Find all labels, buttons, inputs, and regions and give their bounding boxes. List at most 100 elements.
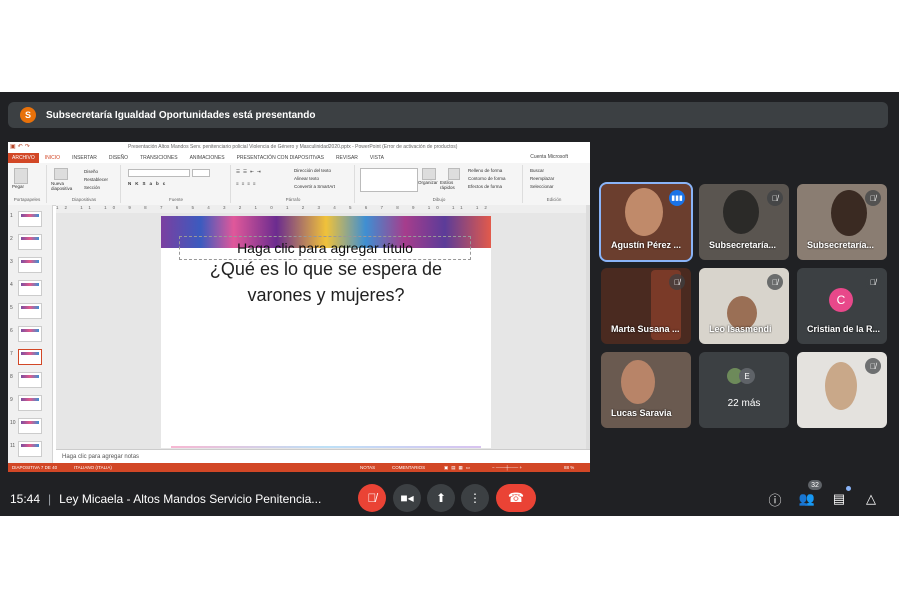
vertical-scrollbar[interactable] xyxy=(586,205,590,449)
reset-button[interactable]: Restablecer xyxy=(84,177,108,182)
participant-tile[interactable]: 🎙̸ Leo Isasmendi xyxy=(699,268,789,344)
paste-button[interactable]: Pegar xyxy=(12,184,24,189)
shape-effects-button[interactable]: Efectos de forma xyxy=(468,184,502,189)
replace-button[interactable]: Reemplazar xyxy=(530,176,554,181)
quick-styles-button[interactable]: Estilos rápidos xyxy=(440,180,462,190)
shapes-gallery[interactable] xyxy=(360,168,418,192)
mic-off-icon: 🎙̸ xyxy=(767,274,783,290)
tab-archivo[interactable]: ARCHIVO xyxy=(8,153,39,163)
tab-revisar[interactable]: REVISAR xyxy=(330,155,364,161)
tab-insertar[interactable]: INSERTAR xyxy=(66,155,103,161)
tab-transiciones[interactable]: TRANSICIONES xyxy=(134,155,184,161)
present-button[interactable]: ⬆ xyxy=(427,484,455,512)
status-comments[interactable]: COMENTARIOS xyxy=(392,465,425,470)
font-size-box[interactable] xyxy=(192,169,210,177)
find-button[interactable]: Buscar xyxy=(530,168,544,173)
mic-toggle-button[interactable]: 🎙̸ xyxy=(358,484,386,512)
present-screen-icon: ⬆ xyxy=(435,491,447,505)
meet-window: S Subsecretaría Igualdad Oportunidades e… xyxy=(0,92,899,516)
shape-fill-button[interactable]: Relleno de forma xyxy=(468,168,502,173)
list-icons[interactable]: ☰☰⇤⇥ xyxy=(236,169,264,175)
thumb-number: 3 xyxy=(10,259,13,265)
section-button[interactable]: Sección xyxy=(84,185,100,190)
participant-tile[interactable]: 🎙̸ xyxy=(797,352,887,428)
participant-tile[interactable]: ▮▮▮ Agustín Pérez ... xyxy=(599,182,693,262)
participant-tile[interactable]: 🎙̸ Marta Susana ... xyxy=(601,268,691,344)
thumb-number: 6 xyxy=(10,328,13,334)
participant-name: Agustín Pérez ... xyxy=(611,240,682,250)
font-name-box[interactable] xyxy=(128,169,190,177)
participant-tile[interactable]: Lucas Saravia xyxy=(601,352,691,428)
slide-thumbnail[interactable] xyxy=(18,280,42,296)
activities-button[interactable]: △ xyxy=(862,490,880,508)
people-icon: 👥 xyxy=(798,491,816,506)
meeting-details-button[interactable]: ⓘ xyxy=(766,490,784,508)
tab-inicio[interactable]: INICIO xyxy=(39,155,66,161)
slide-thumbnail[interactable] xyxy=(18,257,42,273)
hang-up-icon: ☎ xyxy=(507,490,525,505)
group-label: Párrafo xyxy=(285,197,301,202)
slide-thumbnails-pane[interactable]: 1 2 3 4 5 6 7 8 9 10 11 xyxy=(8,205,53,463)
slide-thumbnail[interactable] xyxy=(18,326,42,342)
paste-icon xyxy=(14,168,28,184)
slide-thumbnail[interactable] xyxy=(18,395,42,411)
more-participants-tile[interactable]: E 22 más xyxy=(699,352,789,428)
meeting-title[interactable]: Ley Micaela - Altos Mandos Servicio Peni… xyxy=(59,492,321,506)
slide-thumbnail[interactable] xyxy=(18,441,42,457)
camera-toggle-button[interactable]: ■◂ xyxy=(393,484,421,512)
more-options-button[interactable]: ⋮ xyxy=(461,484,489,512)
group-label: Fuente xyxy=(168,197,183,202)
tab-vista[interactable]: VISTA xyxy=(364,155,390,161)
slide-thumbnail[interactable] xyxy=(18,234,42,250)
text-direction-button[interactable]: Dirección del texto xyxy=(294,168,331,173)
slide-thumbnail[interactable] xyxy=(18,303,42,319)
group-parrafo: ☰☰⇤⇥ ≡≡≡≡ Dirección del texto Alinear te… xyxy=(232,165,355,203)
participant-video xyxy=(723,190,759,234)
participant-tile[interactable]: 🎙̸ Subsecretaría... xyxy=(797,184,887,260)
thumb-number: 5 xyxy=(10,305,13,311)
participant-tile[interactable]: C 🎙̸ Cristian de la R... xyxy=(797,268,887,344)
align-text-button[interactable]: Alinear texto xyxy=(294,176,319,181)
people-count-badge: 32 xyxy=(808,480,822,490)
select-button[interactable]: Seleccionar xyxy=(530,184,554,189)
arrange-button[interactable]: Organizar xyxy=(418,180,438,185)
new-slide-button[interactable]: Nueva diapositiva xyxy=(51,181,75,191)
notes-pane[interactable]: Haga clic para agregar notas xyxy=(56,449,590,463)
slide-thumbnail-selected[interactable] xyxy=(18,349,42,365)
design-button[interactable]: Diseño xyxy=(84,169,98,174)
thumb-number: 8 xyxy=(10,374,13,380)
people-button[interactable]: 👥 xyxy=(798,490,816,508)
leave-call-button[interactable]: ☎ xyxy=(496,484,536,512)
participant-avatar: C xyxy=(829,288,853,312)
view-icons[interactable]: ▣▤▦▭ xyxy=(444,465,473,471)
shape-outline-button[interactable]: Contorno de forma xyxy=(468,176,506,181)
align-icons[interactable]: ≡≡≡≡ xyxy=(236,181,259,186)
font-format-icons[interactable]: NKSabc xyxy=(128,181,169,186)
slide-thumbnail[interactable] xyxy=(18,418,42,434)
slide-thumbnail[interactable] xyxy=(18,211,42,227)
slide-thumbnail[interactable] xyxy=(18,372,42,388)
tab-diseno[interactable]: DISEÑO xyxy=(103,155,134,161)
ppt-status-bar: DIAPOSITIVA 7 DE 40 ITALIANO (ITALIA) NO… xyxy=(8,463,590,472)
mic-off-icon: 🎙̸ xyxy=(767,190,783,206)
presenting-text: Subsecretaría Igualdad Oportunidades est… xyxy=(46,109,316,121)
thumb-number: 4 xyxy=(10,282,13,288)
participant-name: Cristian de la R... xyxy=(807,324,881,334)
zoom-slider[interactable]: − ───┼─── + xyxy=(492,465,522,470)
group-label: Diapositivas xyxy=(71,197,97,202)
smartart-button[interactable]: Convertir a SmartArt xyxy=(294,184,335,189)
chat-button[interactable]: ▤ xyxy=(830,490,848,508)
participant-tile[interactable]: 🎙̸ Subsecretaría... xyxy=(699,184,789,260)
shared-screen[interactable]: ▣↶↷ Presentación Altos Mandos Serv. peni… xyxy=(8,142,590,472)
current-slide[interactable]: Haga clic para agregar título ¿Qué es lo… xyxy=(161,216,491,448)
status-notes[interactable]: NOTAS xyxy=(360,465,375,470)
ppt-ribbon: Pegar Portapapeles Nueva diapositiva Dis… xyxy=(8,163,590,206)
tab-presentacion[interactable]: PRESENTACIÓN CON DIAPOSITIVAS xyxy=(231,155,330,161)
group-diapositivas: Nueva diapositiva Diseño Restablecer Sec… xyxy=(48,165,121,203)
participant-name: Subsecretaría... xyxy=(709,240,777,250)
status-slide: DIAPOSITIVA 7 DE 40 xyxy=(12,465,58,470)
mic-off-icon: 🎙̸ xyxy=(865,274,881,290)
question-line-1: ¿Qué es lo que se espera de xyxy=(209,259,443,279)
presenting-banner: S Subsecretaría Igualdad Oportunidades e… xyxy=(8,102,888,128)
tab-animaciones[interactable]: ANIMACIONES xyxy=(184,155,231,161)
